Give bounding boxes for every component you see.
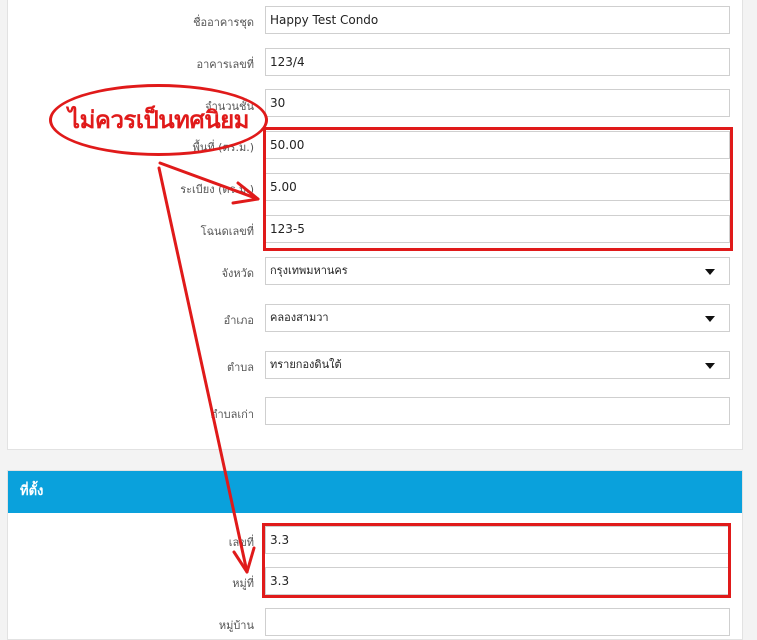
- floor-count-input[interactable]: 30: [265, 89, 730, 117]
- label-building-number: อาคารเลขที่: [196, 58, 255, 71]
- area-input[interactable]: 50.00: [265, 131, 730, 159]
- label-subdistrict: ตำบล: [226, 361, 254, 374]
- label-province: จังหวัด: [221, 267, 254, 280]
- label-balcony: ระเบียง (ตร.ม.): [180, 183, 254, 196]
- old-subdistrict-input[interactable]: [265, 397, 730, 425]
- title-deed-input[interactable]: 123-5: [265, 215, 730, 243]
- subdistrict-select-value: ทรายกองดินใต้: [270, 358, 342, 371]
- building-name-input[interactable]: Happy Test Condo: [265, 6, 730, 34]
- location-section-header: ที่ตั้ง: [8, 471, 742, 513]
- caret-down-icon: [705, 363, 715, 369]
- province-select-value: กรุงเทพมหานคร: [270, 264, 348, 277]
- label-moo: หมู่ที่: [232, 577, 254, 590]
- province-select[interactable]: กรุงเทพมหานคร: [265, 257, 730, 285]
- label-title-deed: โฉนดเลขที่: [200, 225, 254, 238]
- caret-down-icon: [705, 269, 715, 275]
- moo-input[interactable]: 3.3: [265, 567, 730, 595]
- label-building-name: ชื่ออาคารชุด: [193, 16, 254, 29]
- label-village: หมู่บ้าน: [218, 619, 254, 632]
- caret-down-icon: [705, 316, 715, 322]
- balcony-input[interactable]: 5.00: [265, 173, 730, 201]
- label-old-subdistrict: ตำบลเก่า: [210, 408, 254, 421]
- label-house-number: เลขที่: [228, 536, 254, 549]
- callout-text: ไม่ควรเป็นทศนิยม: [68, 106, 250, 134]
- subdistrict-select[interactable]: ทรายกองดินใต้: [265, 351, 730, 379]
- label-district: อำเภอ: [223, 314, 254, 327]
- district-select-value: คลองสามวา: [270, 311, 329, 324]
- district-select[interactable]: คลองสามวา: [265, 304, 730, 332]
- village-input[interactable]: [265, 608, 730, 636]
- house-number-input[interactable]: 3.3: [265, 526, 730, 554]
- building-number-input[interactable]: 123/4: [265, 48, 730, 76]
